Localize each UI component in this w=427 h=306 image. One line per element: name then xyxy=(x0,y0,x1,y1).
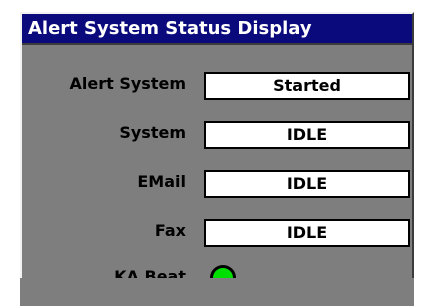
panel-bottom-edge xyxy=(20,278,414,306)
fax-status-field: IDLE xyxy=(204,219,410,247)
fax-label: Fax xyxy=(154,221,186,240)
alert-system-label: Alert System xyxy=(69,74,186,93)
system-label: System xyxy=(119,123,186,142)
email-status-field: IDLE xyxy=(204,170,410,198)
email-label: EMail xyxy=(137,172,186,191)
system-status-field: IDLE xyxy=(204,121,410,149)
alert-status-window: Alert System Status Display Alert System… xyxy=(20,12,414,291)
title-bar: Alert System Status Display xyxy=(22,14,412,45)
status-panel: Alert System Started System IDLE EMail I… xyxy=(22,45,412,291)
alert-system-status-field: Started xyxy=(204,72,410,100)
window-title: Alert System Status Display xyxy=(28,18,312,39)
